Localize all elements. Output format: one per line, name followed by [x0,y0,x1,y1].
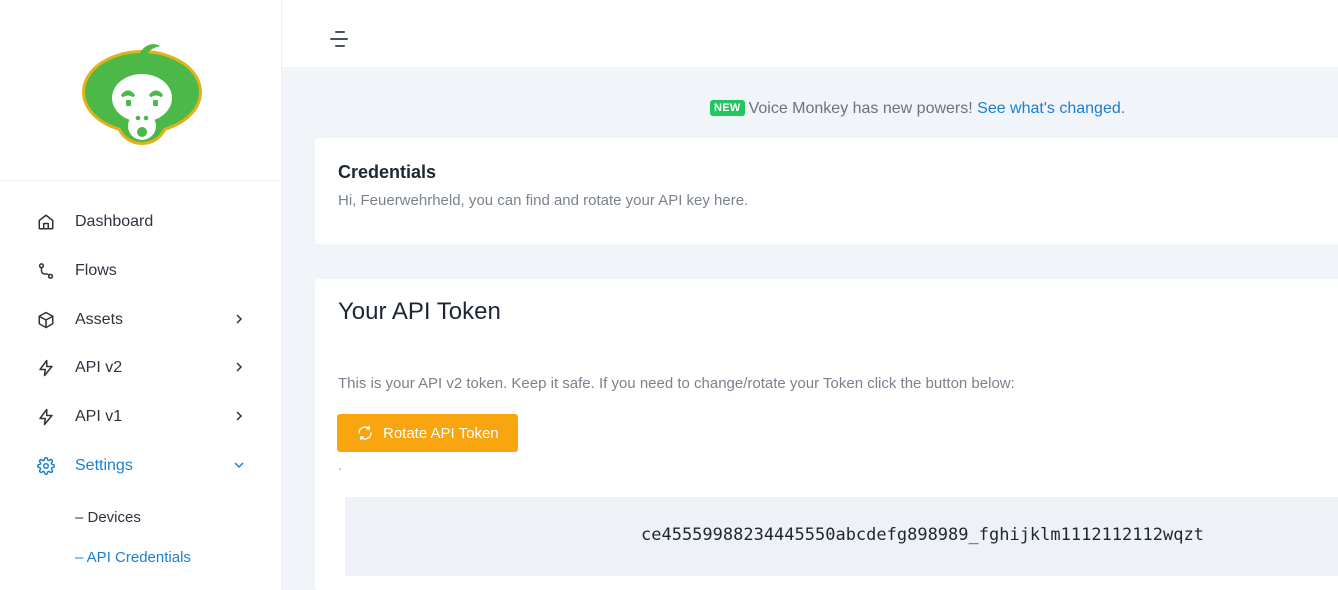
separator-dot: . [338,457,342,473]
sidebar: Dashboard Flows Assets API v2 API v1 Set… [0,0,282,590]
route-icon [36,261,56,281]
chevron-down-icon [233,457,245,473]
sidebar-item-label: Dashboard [75,213,154,230]
refresh-icon [357,425,373,441]
api-token-value[interactable]: ce45559988234445550abcdefg898989_fghijkl… [641,525,1204,545]
sidebar-item-assets[interactable]: Assets [0,300,281,340]
credentials-card: Credentials Hi, Feuerwehrheld, you can f… [315,138,1338,244]
credentials-title: Credentials [338,162,437,182]
chevron-right-icon [233,311,245,327]
menu-toggle-icon[interactable] [329,29,349,49]
sidebar-item-dashboard[interactable]: Dashboard [0,202,281,242]
rotate-api-token-button[interactable]: Rotate API Token [337,414,518,452]
sidebar-item-label: Settings [75,457,133,474]
topbar [282,0,1338,67]
sidebar-item-label: API v1 [75,408,123,425]
chevron-right-icon [233,359,245,375]
sidebar-item-label: Assets [75,311,124,328]
api-token-card: Your API Token This is your API v2 token… [315,279,1338,590]
whats-changed-link[interactable]: See what's changed [977,100,1121,117]
rotate-api-token-label: Rotate API Token [383,424,499,442]
token-display: ce45559988234445550abcdefg898989_fghijkl… [345,497,1338,576]
chevron-right-icon [233,408,245,424]
sidebar-item-api-v1[interactable]: API v1 [0,397,281,437]
box-icon [36,310,56,330]
sidebar-item-flows[interactable]: Flows [0,251,281,291]
sidebar-item-settings[interactable]: Settings [0,446,281,486]
announcement-text: Voice Monkey has new powers! [748,100,978,117]
sidebar-item-label: API v2 [75,359,123,376]
logo-area [0,0,281,181]
api-token-description: This is your API v2 token. Keep it safe.… [338,375,1015,392]
announcement-banner: NEW Voice Monkey has new powers! See what… [282,96,1338,122]
sidebar-item-api-v2[interactable]: API v2 [0,348,281,388]
announcement-suffix: . [1120,100,1126,117]
bolt-icon [36,358,56,378]
sidebar-subitem-api-credentials[interactable]: – API Credentials [75,549,191,566]
new-badge: NEW [710,100,745,116]
credentials-subtitle: Hi, Feuerwehrheld, you can find and rota… [338,192,749,209]
bolt-icon [36,407,56,427]
sidebar-item-label: Flows [75,262,117,279]
gear-icon [36,456,56,476]
home-icon [36,212,56,232]
sidebar-subitem-devices[interactable]: – Devices [75,509,141,526]
voice-monkey-logo[interactable] [80,40,205,150]
api-token-title: Your API Token [338,298,501,325]
